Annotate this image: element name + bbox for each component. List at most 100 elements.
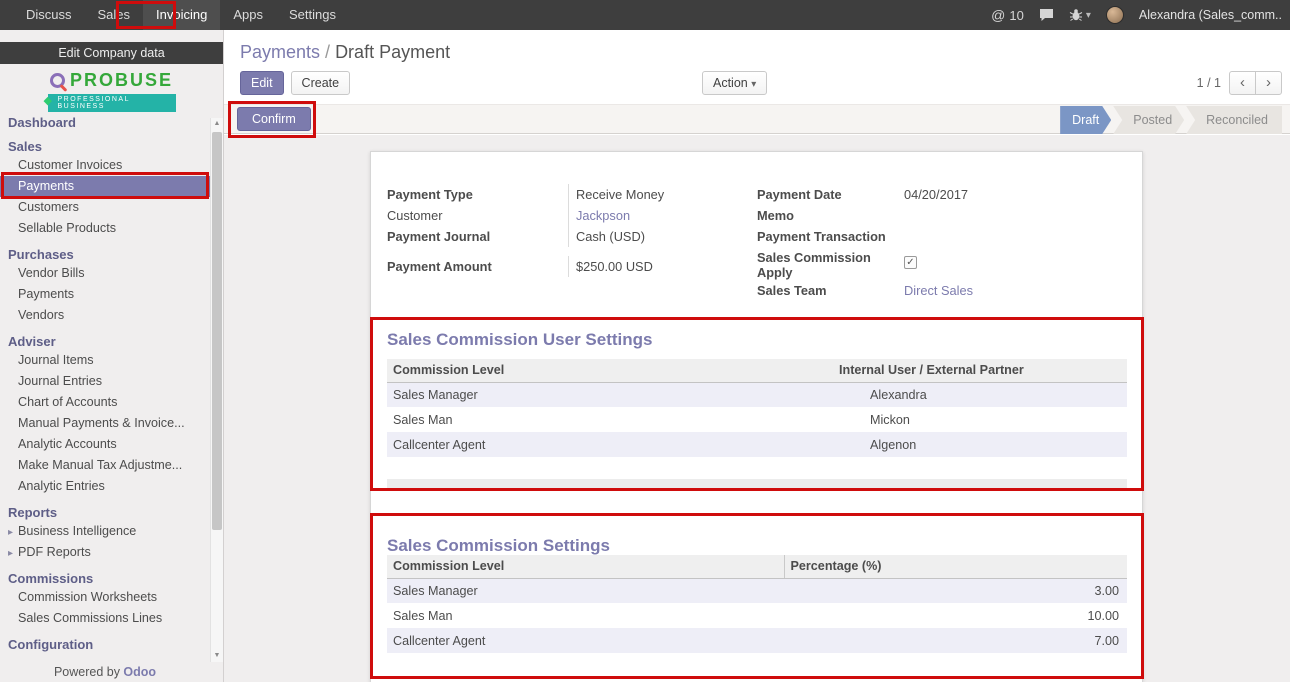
diamond-icon: ◆ bbox=[44, 94, 54, 107]
mention-count: 10 bbox=[1009, 8, 1023, 23]
table-row[interactable]: Sales Man 10.00 bbox=[387, 603, 1127, 628]
commission-settings-table: Commission Level Percentage (%) Sales Ma… bbox=[387, 555, 1127, 653]
scroll-down-arrow[interactable]: ▼ bbox=[211, 650, 223, 662]
table-row[interactable]: Sales Manager Alexandra bbox=[387, 382, 1127, 407]
nav-settings[interactable]: Settings bbox=[276, 0, 349, 30]
sidebar-item-vendors[interactable]: Vendors bbox=[0, 305, 210, 326]
sidebar-header-purchases[interactable]: Purchases bbox=[0, 246, 210, 263]
nav-sales[interactable]: Sales bbox=[85, 0, 144, 30]
user-menu[interactable] bbox=[1106, 6, 1124, 24]
cell-percentage: 10.00 bbox=[784, 603, 1127, 628]
sidebar-header-adviser[interactable]: Adviser bbox=[0, 333, 210, 350]
nav-apps[interactable]: Apps bbox=[220, 0, 276, 30]
payment-amount-label: Payment Amount bbox=[387, 256, 568, 277]
sidebar-item-sales-commissions-lines[interactable]: Sales Commissions Lines bbox=[0, 608, 210, 629]
breadcrumb-payments-link[interactable]: Payments bbox=[240, 42, 320, 62]
state-draft[interactable]: Draft bbox=[1060, 106, 1111, 134]
nav-discuss[interactable]: Discuss bbox=[13, 0, 85, 30]
payment-journal-value: Cash (USD) bbox=[568, 226, 758, 247]
messages-button[interactable] bbox=[1039, 8, 1054, 22]
powered-by-odoo: Powered by Odoo bbox=[0, 665, 210, 679]
logo-title: PROBUSE bbox=[70, 70, 173, 91]
scroll-up-arrow[interactable]: ▲ bbox=[211, 118, 223, 130]
sidebar-header-configuration[interactable]: Configuration bbox=[0, 636, 210, 653]
customer-value-link[interactable]: Jackpson bbox=[568, 205, 758, 226]
app-menu: Discuss Sales Invoicing Apps Settings bbox=[0, 0, 349, 30]
cell-user: Mickon bbox=[837, 407, 1127, 432]
sidebar-header-reports[interactable]: Reports bbox=[0, 504, 210, 521]
column-commission-level[interactable]: Commission Level bbox=[387, 555, 784, 578]
debug-menu-button[interactable]: ▾ bbox=[1069, 8, 1091, 22]
state-posted[interactable]: Posted bbox=[1113, 106, 1184, 134]
user-name[interactable]: Alexandra (Sales_comm.. bbox=[1139, 8, 1282, 22]
sidebar-item-manual-tax-adjustments[interactable]: Make Manual Tax Adjustme... bbox=[0, 455, 210, 476]
pager-previous-button[interactable]: ‹ bbox=[1229, 71, 1256, 95]
caret-down-icon: ▾ bbox=[1086, 10, 1091, 21]
sales-commission-apply-checkbox[interactable]: ✓ bbox=[904, 256, 917, 269]
user-settings-table: Commission Level Internal User / Externa… bbox=[387, 359, 1127, 457]
pager-next-button[interactable]: › bbox=[1255, 71, 1282, 95]
cell-percentage: 7.00 bbox=[784, 628, 1127, 653]
sidebar-item-purchase-payments[interactable]: Payments bbox=[0, 284, 210, 305]
sidebar-item-sellable-products[interactable]: Sellable Products bbox=[0, 218, 210, 239]
sidebar-item-analytic-accounts[interactable]: Analytic Accounts bbox=[0, 434, 210, 455]
table-row[interactable]: Sales Manager 3.00 bbox=[387, 578, 1127, 603]
payment-journal-label: Payment Journal bbox=[387, 226, 568, 247]
breadcrumb-separator: / bbox=[320, 42, 335, 62]
status-bar: Confirm Draft Posted Reconciled bbox=[224, 104, 1290, 134]
cell-level: Sales Man bbox=[387, 407, 837, 432]
sidebar-item-journal-entries[interactable]: Journal Entries bbox=[0, 371, 210, 392]
mentions-button[interactable]: @ 10 bbox=[991, 7, 1024, 23]
pager-count: 1 / 1 bbox=[1197, 76, 1221, 90]
table-row[interactable]: Callcenter Agent 7.00 bbox=[387, 628, 1127, 653]
field-payment-transaction: Payment Transaction bbox=[757, 226, 1128, 247]
field-payment-date: Payment Date 04/20/2017 bbox=[757, 184, 1128, 205]
sidebar-scrollbar[interactable]: ▲ ▼ bbox=[210, 118, 223, 662]
cell-user: Algenon bbox=[837, 432, 1127, 457]
commission-settings-section-title: Sales Commission Settings bbox=[387, 536, 610, 556]
sales-team-value-link[interactable]: Direct Sales bbox=[897, 280, 1128, 301]
form-buttons: Edit Create bbox=[240, 71, 350, 95]
chat-bubble-icon bbox=[1039, 8, 1054, 22]
sidebar-item-pdf-reports[interactable]: ▸PDF Reports bbox=[0, 542, 210, 563]
payment-type-label: Payment Type bbox=[387, 184, 568, 205]
nav-invoicing[interactable]: Invoicing bbox=[143, 0, 220, 30]
confirm-button[interactable]: Confirm bbox=[237, 107, 311, 131]
payment-amount-value: $250.00 USD bbox=[568, 256, 758, 277]
sidebar-header-sales[interactable]: Sales bbox=[0, 138, 210, 155]
odoo-brand[interactable]: Odoo bbox=[123, 665, 156, 679]
sidebar-item-payments[interactable]: Payments bbox=[0, 176, 210, 197]
customer-label: Customer bbox=[387, 205, 568, 226]
sidebar-item-label: Business Intelligence bbox=[18, 524, 136, 538]
payment-transaction-value bbox=[897, 226, 1128, 247]
sidebar-item-business-intelligence[interactable]: ▸Business Intelligence bbox=[0, 521, 210, 542]
sidebar-item-vendor-bills[interactable]: Vendor Bills bbox=[0, 263, 210, 284]
action-dropdown[interactable]: Action ▾ bbox=[702, 71, 767, 95]
sidebar-header-commissions[interactable]: Commissions bbox=[0, 570, 210, 587]
state-reconciled[interactable]: Reconciled bbox=[1186, 106, 1282, 134]
sidebar-item-commission-worksheets[interactable]: Commission Worksheets bbox=[0, 587, 210, 608]
payment-transaction-label: Payment Transaction bbox=[757, 226, 897, 247]
sidebar-item-label: PDF Reports bbox=[18, 545, 91, 559]
column-percentage[interactable]: Percentage (%) bbox=[784, 555, 1127, 578]
sidebar-item-chart-of-accounts[interactable]: Chart of Accounts bbox=[0, 392, 210, 413]
column-commission-level[interactable]: Commission Level bbox=[387, 359, 837, 382]
action-label: Action bbox=[713, 76, 748, 90]
column-internal-user[interactable]: Internal User / External Partner bbox=[837, 359, 1127, 382]
scrollbar-thumb[interactable] bbox=[212, 132, 222, 530]
sidebar-item-manual-payments[interactable]: Manual Payments & Invoice... bbox=[0, 413, 210, 434]
expand-arrow-icon: ▸ bbox=[8, 522, 18, 542]
edit-company-button[interactable]: Edit Company data bbox=[0, 42, 223, 64]
sidebar-item-journal-items[interactable]: Journal Items bbox=[0, 350, 210, 371]
create-button[interactable]: Create bbox=[291, 71, 351, 95]
sidebar-header-dashboard[interactable]: Dashboard bbox=[0, 114, 210, 131]
edit-button[interactable]: Edit bbox=[240, 71, 284, 95]
table-row[interactable]: Sales Man Mickon bbox=[387, 407, 1127, 432]
sidebar-item-customers[interactable]: Customers bbox=[0, 197, 210, 218]
sidebar-item-analytic-entries[interactable]: Analytic Entries bbox=[0, 476, 210, 497]
company-logo: PROBUSE ◆ PROFESSIONAL BUSINESS bbox=[0, 70, 223, 112]
sidebar-item-customer-invoices[interactable]: Customer Invoices bbox=[0, 155, 210, 176]
field-sales-commission-apply: Sales Commission Apply ✓ bbox=[757, 247, 1128, 280]
form-left-column: Payment Type Receive Money Customer Jack… bbox=[387, 184, 758, 277]
table-row[interactable]: Callcenter Agent Algenon bbox=[387, 432, 1127, 457]
